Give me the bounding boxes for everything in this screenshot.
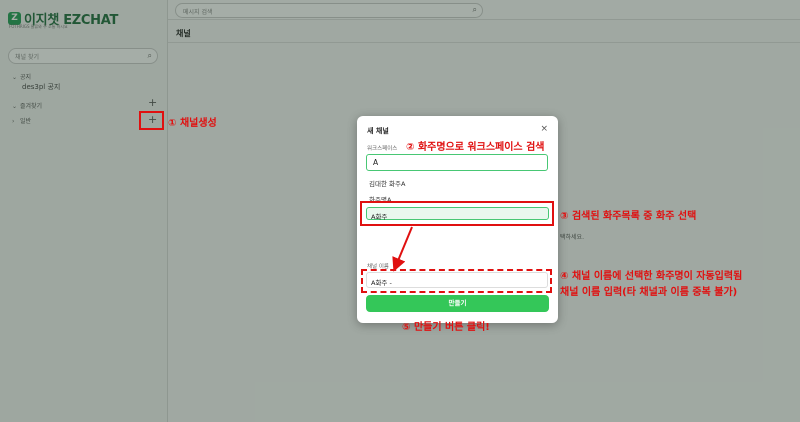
- annotation-arrow: [392, 226, 413, 272]
